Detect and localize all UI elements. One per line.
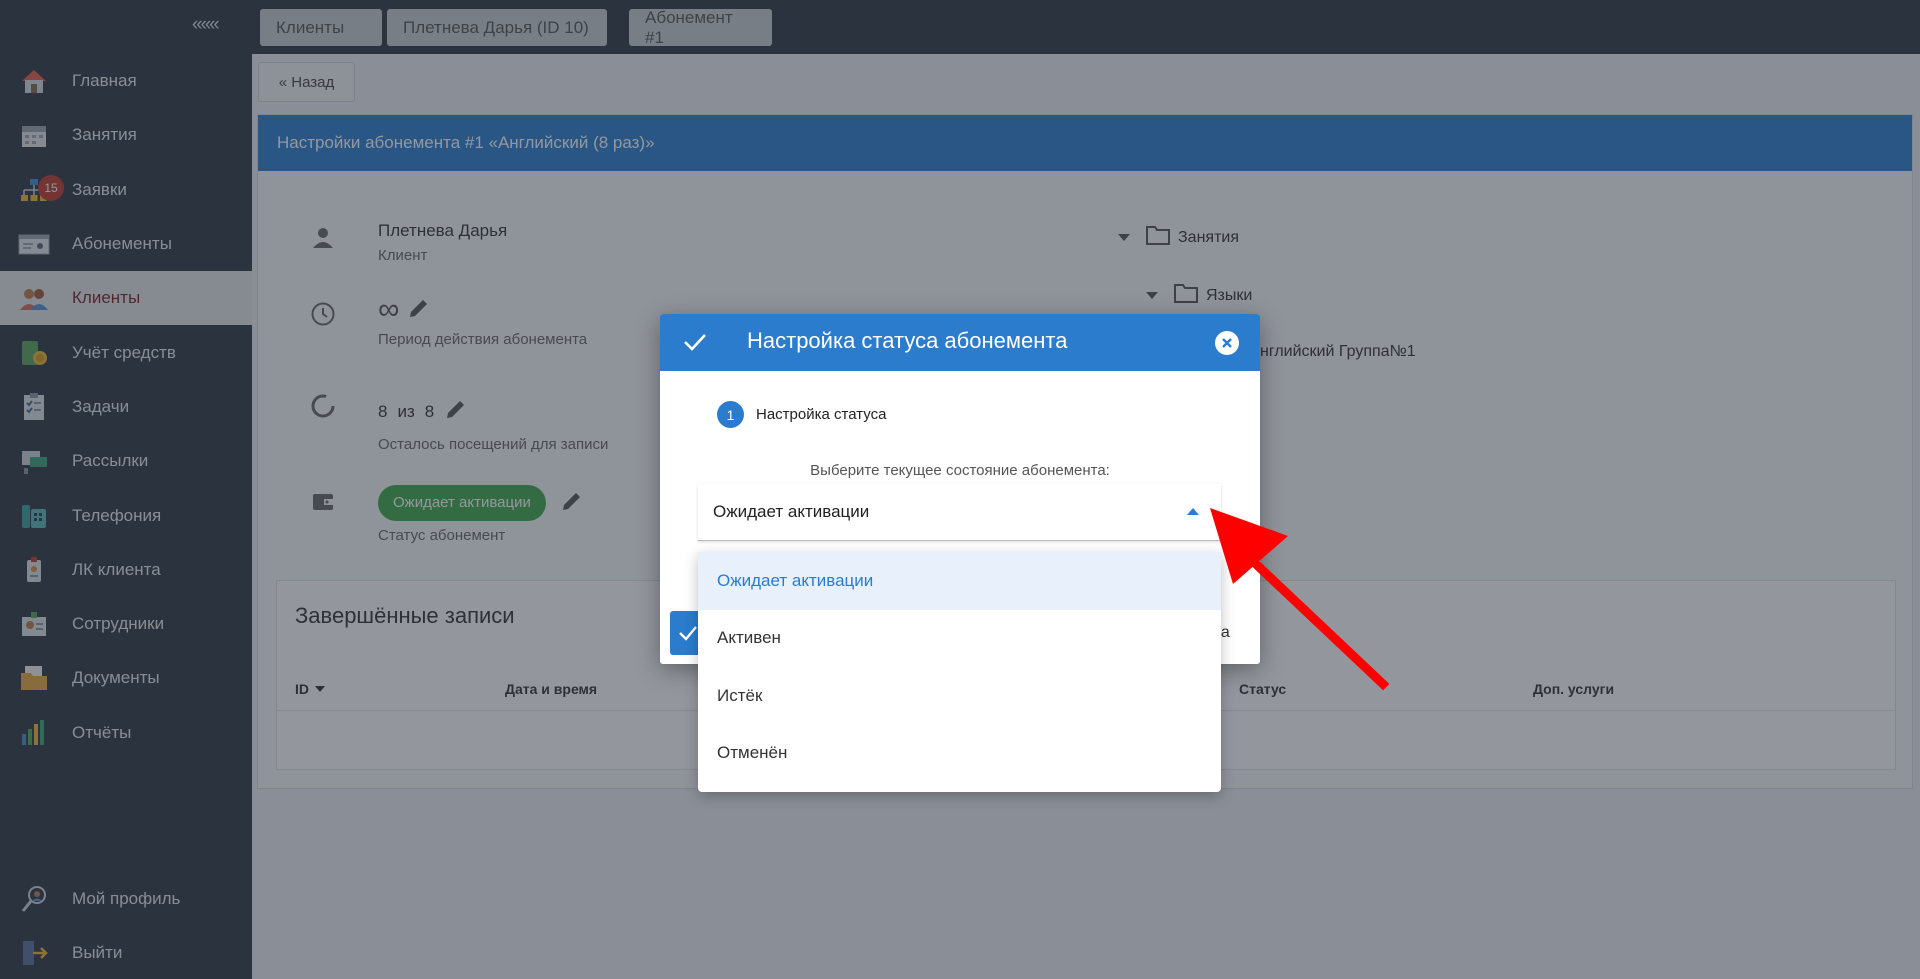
- status-select[interactable]: Ожидает активации: [698, 484, 1221, 541]
- status-select-value: Ожидает активации: [713, 502, 870, 521]
- status-option-active[interactable]: Активен: [698, 610, 1221, 668]
- modal-title: Настройка статуса абонемента: [747, 328, 1068, 353]
- modal-header: Настройка статуса абонемента: [660, 314, 1260, 371]
- status-field-label: Выберите текущее состояние абонемента:: [810, 462, 1110, 479]
- status-option-pending[interactable]: Ожидает активации: [698, 552, 1221, 610]
- status-option-expired[interactable]: Истёк: [698, 667, 1221, 725]
- step-number: 1: [717, 401, 744, 428]
- status-dropdown-menu: Ожидает активации Активен Истёк Отменён: [698, 552, 1221, 792]
- chevron-up-icon: [1187, 508, 1199, 515]
- annotation-arrow-icon: [1210, 508, 1390, 691]
- close-icon[interactable]: [1215, 331, 1239, 355]
- check-icon: [682, 330, 708, 359]
- stepper-step: 1 Настройка статуса: [717, 401, 886, 428]
- status-option-cancelled[interactable]: Отменён: [698, 725, 1221, 783]
- step-label: Настройка статуса: [756, 406, 887, 423]
